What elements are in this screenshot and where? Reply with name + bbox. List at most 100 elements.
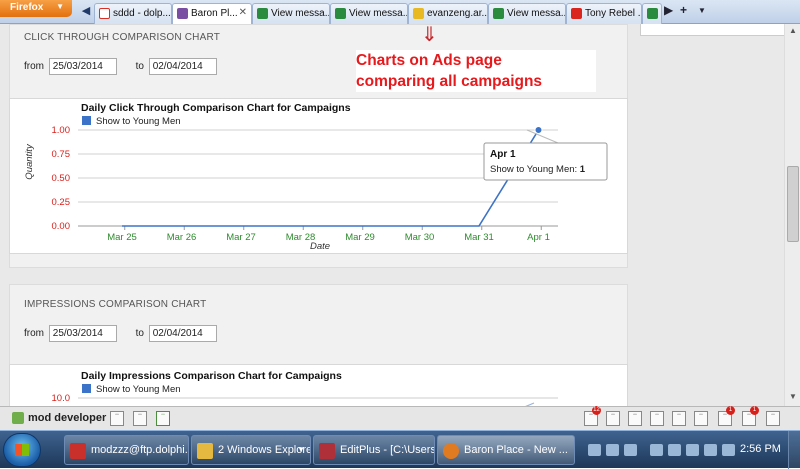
close-tab-icon[interactable]: ✕ [239, 7, 247, 18]
toolbar-addon-icon[interactable]: ▫▫ [628, 411, 642, 426]
taskbar-item-editplus[interactable]: EditPlus - [C:\Users\... [313, 435, 435, 465]
tab-sddd[interactable]: sddd - dolp... [94, 3, 172, 24]
scroll-up-icon[interactable]: ▲ [787, 26, 799, 38]
scroll-down-icon[interactable]: ▼ [787, 392, 799, 404]
impressions-date-range: from 25/03/2014 to 02/04/2014 [24, 325, 233, 342]
mod-developer-icon[interactable] [12, 412, 24, 424]
filezilla-icon [70, 443, 86, 459]
annotation-arrow-icon: ⇓ [421, 24, 438, 46]
legend-swatch [82, 116, 91, 125]
tooltip-series-name: Show to Young Men: [490, 164, 577, 175]
tray-app-icon[interactable] [588, 444, 601, 456]
dev-tool-icon[interactable]: ▫▫ [133, 411, 147, 426]
taskbar-item-label: modzzz@ftp.dolphi... [91, 444, 189, 456]
y-tick-label: 1.00 [52, 125, 71, 136]
legend-item[interactable]: Show to Young Men [96, 384, 181, 395]
annotation-text: Charts on Ads page comparing all campaig… [356, 50, 596, 92]
toolbar-addon-icon[interactable]: ▫▫ [766, 411, 780, 426]
tab-baron-place[interactable]: Baron Pl... ✕ [172, 3, 252, 24]
tab-label: View messa... [507, 8, 566, 19]
impressions-chart: Daily Impressions Comparison Chart for C… [9, 364, 628, 406]
legend-swatch [82, 384, 91, 393]
tray-app-icon[interactable] [624, 444, 637, 456]
tooltip-title: Apr 1 [490, 149, 516, 160]
scroll-thumb[interactable] [787, 166, 799, 242]
taskbar-item-firefox[interactable]: Baron Place - New ... [437, 435, 575, 465]
y-tick-label: 0.50 [52, 173, 71, 184]
notification-icon[interactable]: ▫▫ 1 [742, 406, 759, 426]
dev-tool-green-icon[interactable]: ▫▫ [156, 411, 170, 426]
data-point[interactable] [534, 126, 543, 134]
notification-icon[interactable]: ▫▫ 1 [718, 406, 735, 426]
to-label: to [135, 328, 144, 339]
impressions-section-title: IMPRESSIONS COMPARISON CHART [24, 299, 207, 310]
sidebar-panel [640, 24, 785, 36]
dropdown-arrow-icon: ▼ [56, 2, 64, 11]
taskbar-clock[interactable]: 2:56 PM [740, 443, 781, 455]
tray-app-icon[interactable] [650, 444, 663, 456]
folder-icon [197, 443, 213, 459]
from-date-input[interactable]: 25/03/2014 [48, 58, 117, 75]
show-desktop-button[interactable] [788, 431, 800, 469]
tray-app-icon[interactable] [704, 444, 717, 456]
from-label: from [24, 61, 44, 72]
toolbar-addon-icon[interactable]: ▫▫ [694, 411, 708, 426]
x-tick-label: Mar 28 [286, 232, 316, 243]
toolbar-addon-icon[interactable]: ▫▫ [672, 411, 686, 426]
list-tabs-icon[interactable]: ▼ [698, 6, 706, 15]
windows-taskbar: modzzz@ftp.dolphi... 2 Windows Explorer … [0, 430, 800, 469]
tab-label: evanzeng.ar... [427, 8, 488, 19]
taskbar-item-label: EditPlus - [C:\Users\... [340, 444, 435, 456]
firefox-icon [443, 443, 459, 459]
dev-tool-icon[interactable]: ▫▫ [110, 411, 124, 426]
to-date-input[interactable]: 02/04/2014 [148, 58, 217, 75]
forum-icon [257, 8, 268, 19]
from-date-input[interactable]: 25/03/2014 [48, 325, 117, 342]
click-through-chart: Daily Click Through Comparison Chart for… [9, 98, 628, 254]
forum-icon [335, 8, 346, 19]
y-axis-ticks: 1.00 0.75 0.50 0.25 0.00 [52, 125, 71, 232]
scroll-tabs-right-icon[interactable]: ▶ [664, 3, 673, 17]
notification-icon[interactable]: ▫▫ 12 [584, 406, 601, 426]
youtube-icon [571, 8, 582, 19]
editplus-icon [319, 443, 335, 459]
new-tab-icon[interactable]: + [680, 3, 687, 17]
tab-view-messages-1[interactable]: View messa... [252, 3, 330, 24]
page-scrollbar[interactable]: ▲ ▼ [784, 24, 800, 406]
windows-logo-icon [15, 444, 29, 456]
chart-series [122, 126, 543, 227]
chart-title: Daily Impressions Comparison Chart for C… [81, 370, 342, 382]
taskbar-item-explorer[interactable]: 2 Windows Explorer ▼ [191, 435, 311, 465]
mod-developer-label[interactable]: mod developer [28, 412, 106, 424]
legend-item[interactable]: Show to Young Men [96, 116, 181, 127]
toolbar-addon-icon[interactable]: ▫▫ [606, 411, 620, 426]
page-viewport: CLICK THROUGH COMPARISON CHART from 25/0… [0, 24, 800, 406]
tab-tony-rebel[interactable]: Tony Rebel ... [566, 3, 642, 24]
to-date-input[interactable]: 02/04/2014 [148, 325, 217, 342]
forum-icon [647, 8, 658, 19]
y-axis-label: Quantity [24, 143, 35, 180]
firefox-menu-button[interactable]: Firefox ▼ [0, 0, 72, 17]
start-button[interactable] [3, 433, 41, 467]
tab-label: Baron Pl... [191, 8, 238, 19]
chart-tooltip: Apr 1 Show to Young Men: 1 [483, 129, 608, 181]
tray-app-icon[interactable] [606, 444, 619, 456]
tooltip-value: 1 [580, 164, 586, 175]
firefox-menu-label: Firefox [10, 2, 44, 13]
tab-view-messages-2[interactable]: View messa... [330, 3, 408, 24]
tab-view-messages-3[interactable]: View messa... [488, 3, 566, 24]
taskbar-item-filezilla[interactable]: modzzz@ftp.dolphi... [64, 435, 189, 465]
x-tick-label: Mar 31 [464, 232, 494, 243]
tab-extra[interactable] [642, 3, 662, 24]
x-tick-label: Mar 25 [107, 232, 137, 243]
tray-app-icon[interactable] [686, 444, 699, 456]
annotation-line-2: comparing all campaigns [356, 73, 543, 90]
x-tick-label: Mar 30 [405, 232, 435, 243]
tray-app-icon[interactable] [668, 444, 681, 456]
scroll-tabs-left-icon[interactable]: ◀ [80, 4, 92, 20]
toolbar-addon-icon[interactable]: ▫▫ [650, 411, 664, 426]
tab-evanzeng[interactable]: evanzeng.ar... [408, 3, 488, 24]
forum-icon [493, 8, 504, 19]
x-tick-label: Mar 27 [226, 232, 256, 243]
network-icon[interactable] [722, 444, 735, 456]
